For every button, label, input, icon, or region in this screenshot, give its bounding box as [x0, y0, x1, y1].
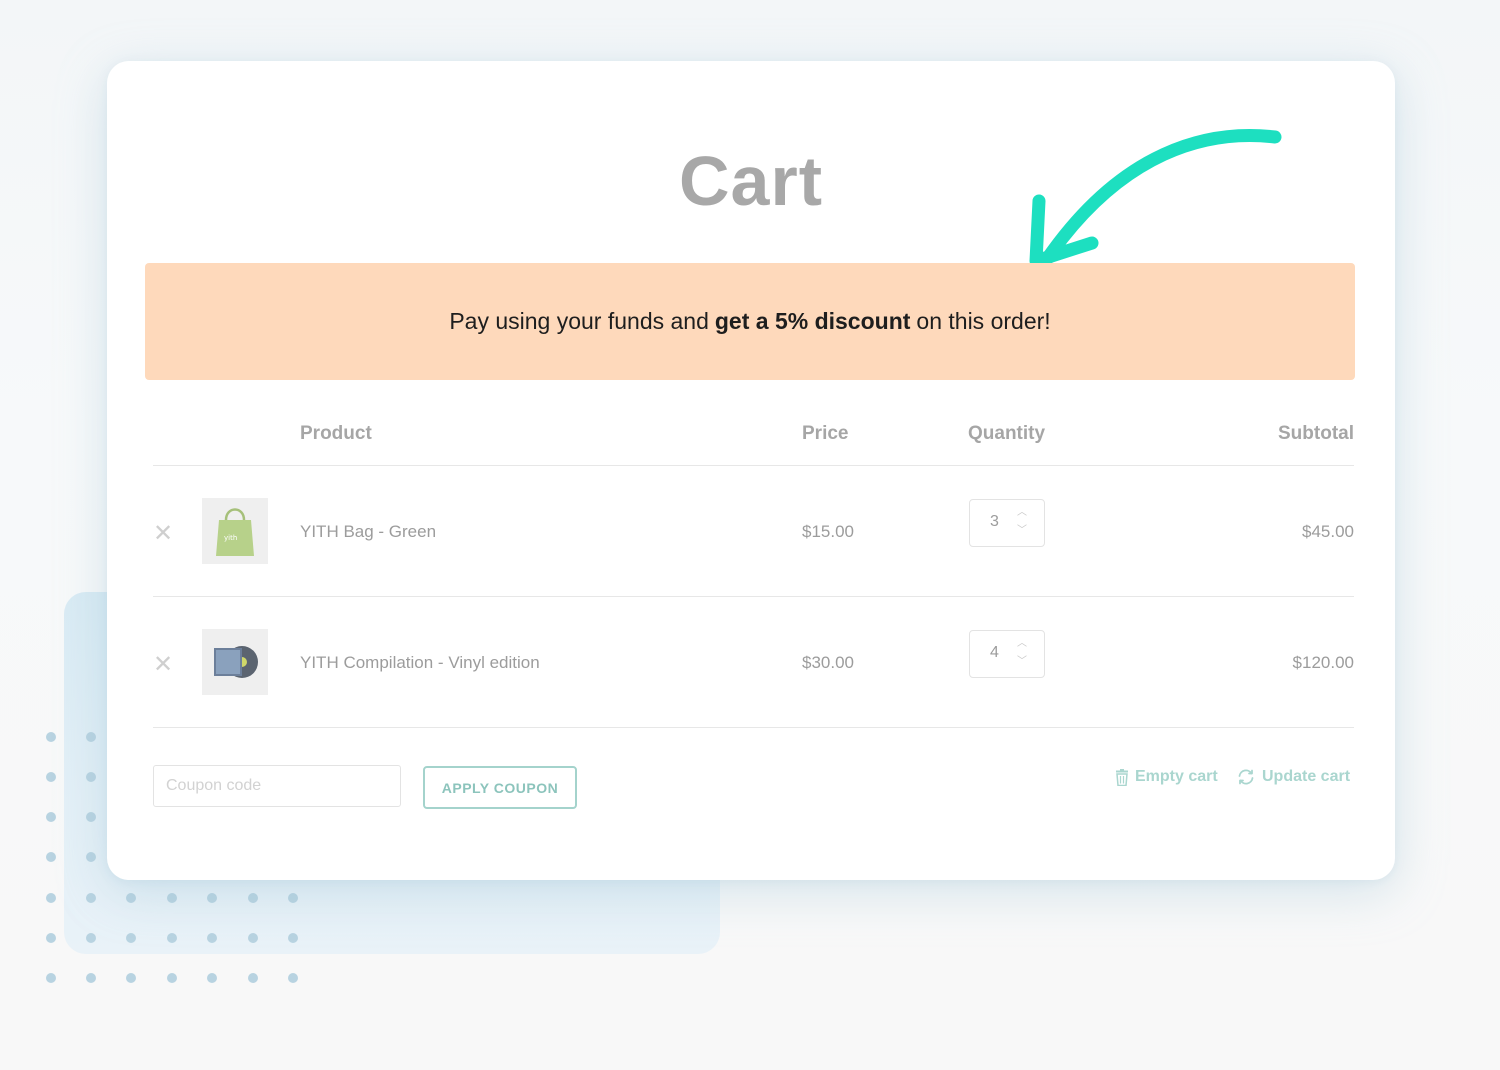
table-divider [153, 465, 1354, 466]
notice-text-before: Pay using your funds and [449, 308, 709, 334]
decorative-dot [288, 973, 298, 983]
decorative-dot [46, 852, 56, 862]
discount-notice: Pay using your funds and get a 5% discou… [145, 263, 1355, 380]
product-name[interactable]: YITH Bag - Green [300, 522, 436, 542]
table-divider [153, 727, 1354, 728]
decorative-dot [126, 893, 136, 903]
product-price: $30.00 [802, 653, 854, 672]
decorative-dot [167, 973, 177, 983]
product-name[interactable]: YITH Compilation - Vinyl edition [300, 653, 540, 673]
decorative-dot [46, 732, 56, 742]
refresh-icon [1238, 769, 1254, 785]
column-header-quantity: Quantity [968, 423, 1046, 444]
decorative-dot [46, 893, 56, 903]
decorative-dot [46, 973, 56, 983]
coupon-input[interactable] [153, 765, 401, 807]
quantity-value[interactable]: 3 [990, 513, 999, 531]
decorative-dot [207, 973, 217, 983]
chevron-up-icon[interactable]: ︿ [1016, 508, 1028, 518]
green-tote-bag-icon: yith [216, 508, 254, 556]
quantity-stepper[interactable]: 3 ︿ ﹀ [969, 499, 1045, 547]
quantity-stepper[interactable]: 4 ︿ ﹀ [969, 630, 1045, 678]
table-divider [153, 596, 1354, 597]
decorative-dot [86, 933, 96, 943]
update-cart-label[interactable]: Update cart [1262, 768, 1350, 786]
product-subtotal: $120.00 [1292, 653, 1354, 672]
cart-card: Cart Pay using your funds and get a 5% d… [107, 61, 1395, 880]
decorative-dot [86, 772, 96, 782]
decorative-dot [46, 933, 56, 943]
decorative-dot [248, 893, 258, 903]
chevron-down-icon[interactable]: ﹀ [1016, 526, 1028, 536]
decorative-dot [86, 852, 96, 862]
decorative-dot [46, 772, 56, 782]
chevron-down-icon[interactable]: ﹀ [1016, 657, 1028, 667]
chevron-up-icon[interactable]: ︿ [1016, 639, 1028, 649]
decorative-dot [126, 973, 136, 983]
apply-coupon-button[interactable]: APPLY COUPON [423, 766, 577, 809]
column-header-subtotal: Subtotal [1278, 423, 1354, 444]
decorative-dot [86, 893, 96, 903]
notice-text-bold: get a 5% discount [714, 308, 911, 334]
remove-item-icon[interactable]: ✕ [153, 522, 173, 546]
decorative-dot [248, 973, 258, 983]
decorative-dot [86, 812, 96, 822]
notice-text-after: on this order! [916, 308, 1051, 334]
column-header-product: Product [300, 423, 372, 444]
remove-item-icon[interactable]: ✕ [153, 653, 173, 677]
decorative-dot [86, 973, 96, 983]
vinyl-record-icon [214, 646, 258, 678]
decorative-dot [126, 933, 136, 943]
update-cart-link[interactable]: Update cart [1236, 768, 1350, 786]
empty-cart-link[interactable]: Empty cart [1115, 768, 1218, 786]
curved-arrow-icon [1029, 129, 1282, 268]
svg-text:yith: yith [224, 534, 237, 542]
decorative-dot [288, 893, 298, 903]
product-price: $15.00 [802, 522, 854, 541]
decorative-dot [207, 933, 217, 943]
decorative-dot [288, 933, 298, 943]
column-header-price: Price [802, 423, 849, 444]
decorative-dot [86, 732, 96, 742]
trash-icon [1116, 768, 1128, 786]
decorative-dot [207, 893, 217, 903]
product-thumbnail-bag[interactable]: yith [202, 498, 268, 564]
decorative-dot [167, 893, 177, 903]
quantity-value[interactable]: 4 [990, 644, 999, 662]
product-thumbnail-vinyl[interactable] [202, 629, 268, 695]
decorative-dot [248, 933, 258, 943]
decorative-dot [167, 933, 177, 943]
empty-cart-label[interactable]: Empty cart [1135, 768, 1218, 786]
product-subtotal: $45.00 [1302, 522, 1354, 541]
decorative-dot [46, 812, 56, 822]
